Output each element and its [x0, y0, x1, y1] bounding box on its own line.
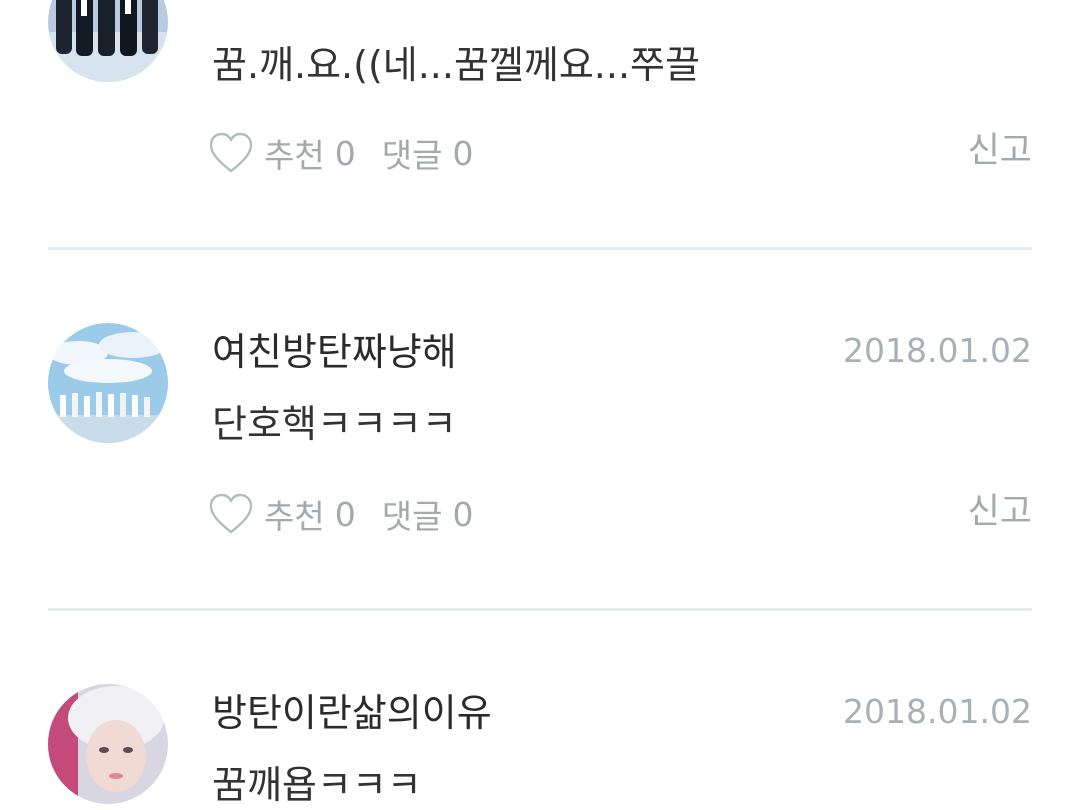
reply-count: 0: [452, 133, 474, 173]
reply-count: 0: [452, 494, 474, 534]
like-label: 추천: [264, 136, 325, 175]
divider: [48, 247, 1032, 250]
comment-author: 방탄이란삶의이유: [212, 691, 492, 735]
heart-outline-icon: [209, 493, 253, 534]
divider: [48, 608, 1032, 611]
report-button[interactable]: 신고: [968, 134, 1032, 169]
like-label: 추천: [264, 497, 325, 536]
reply-label: 댓글: [381, 136, 443, 175]
reply-label: 댓글: [381, 497, 443, 536]
comment-body: 단호핵ㅋㅋㅋㅋ: [212, 402, 457, 446]
heart-outline-icon: [209, 132, 253, 173]
report-button[interactable]: 신고: [968, 495, 1032, 530]
comment-actions: 추천 0 댓글 0: [208, 489, 473, 539]
like-count: 0: [334, 494, 356, 534]
comment-list[interactable]: 꿈.깨.요.((네...꿈껠께요...쭈끌 추천 0 댓글 0 신고 여친방탄짜…: [0, 0, 1080, 810]
avatar[interactable]: [48, 0, 168, 82]
comment-author: 여친방탄짜냥해: [212, 330, 457, 374]
comment-date: 2018.01.02: [843, 692, 1032, 731]
avatar[interactable]: [48, 323, 168, 443]
like-button[interactable]: 추천 0: [208, 129, 356, 177]
reply-button[interactable]: 댓글 0: [382, 490, 474, 538]
comment-body: 꿈깨욥ㅋㅋㅋ: [212, 763, 422, 807]
comment-date: 2018.01.02: [843, 331, 1032, 370]
like-count: 0: [334, 133, 356, 173]
comment-body: 꿈.깨.요.((네...꿈껠께요...쭈끌: [212, 43, 700, 87]
comment-actions: 추천 0 댓글 0: [208, 128, 473, 178]
reply-button[interactable]: 댓글 0: [382, 129, 474, 177]
like-button[interactable]: 추천 0: [208, 490, 356, 538]
avatar[interactable]: [48, 684, 168, 804]
